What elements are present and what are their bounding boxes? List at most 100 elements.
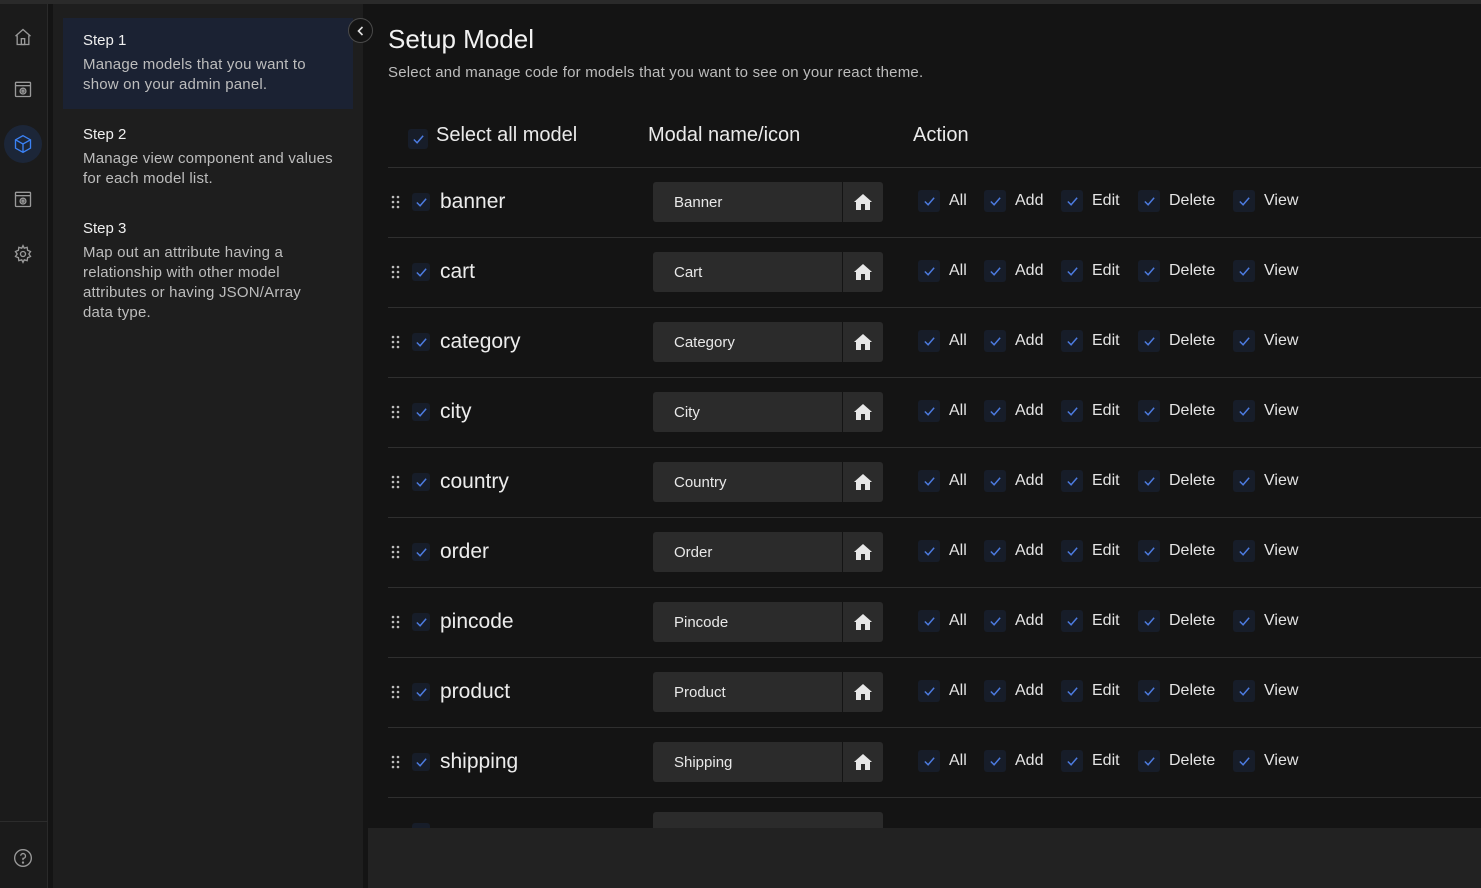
permission-delete[interactable]: Delete [1138,190,1215,212]
permission-delete-checkbox[interactable] [1138,610,1160,632]
drag-handle[interactable] [391,405,401,419]
permission-all-checkbox[interactable] [918,540,940,562]
permission-delete-checkbox[interactable] [1138,260,1160,282]
permission-all[interactable]: All [918,540,967,562]
row-select-checkbox[interactable] [412,193,430,211]
permission-all[interactable]: All [918,400,967,422]
permission-delete[interactable]: Delete [1138,400,1215,422]
permission-view-checkbox[interactable] [1233,330,1255,352]
permission-all[interactable]: All [918,330,967,352]
home-icon[interactable] [4,18,42,56]
permission-add[interactable]: Add [984,540,1043,562]
drag-handle[interactable] [391,755,401,769]
permission-view[interactable]: View [1233,610,1298,632]
drag-handle[interactable] [391,685,401,699]
icon-picker-button[interactable] [843,672,883,712]
select-all-checkbox[interactable] [408,129,428,149]
icon-picker-button[interactable] [843,252,883,292]
permission-add-checkbox[interactable] [984,190,1006,212]
model-label-input[interactable]: Product [653,672,842,712]
permission-add-checkbox[interactable] [984,750,1006,772]
permission-edit-checkbox[interactable] [1061,540,1083,562]
permission-edit-checkbox[interactable] [1061,750,1083,772]
settings-box-2-icon[interactable] [4,180,42,218]
permission-add-checkbox[interactable] [984,400,1006,422]
permission-add-checkbox[interactable] [984,540,1006,562]
permission-add[interactable]: Add [984,750,1043,772]
permission-add[interactable]: Add [984,470,1043,492]
drag-handle[interactable] [391,545,401,559]
permission-add[interactable]: Add [984,610,1043,632]
permission-add[interactable]: Add [984,260,1043,282]
permission-view-checkbox[interactable] [1233,750,1255,772]
permission-add[interactable]: Add [984,330,1043,352]
permission-view[interactable]: View [1233,330,1298,352]
row-select-checkbox[interactable] [412,473,430,491]
settings-box-icon[interactable] [4,70,42,108]
row-select-checkbox[interactable] [412,753,430,771]
permission-delete-checkbox[interactable] [1138,680,1160,702]
permission-view[interactable]: View [1233,470,1298,492]
permission-edit[interactable]: Edit [1061,540,1120,562]
permission-add-checkbox[interactable] [984,470,1006,492]
permission-view-checkbox[interactable] [1233,610,1255,632]
permission-view[interactable]: View [1233,190,1298,212]
permission-delete-checkbox[interactable] [1138,330,1160,352]
permission-edit[interactable]: Edit [1061,260,1120,282]
permission-view[interactable]: View [1233,680,1298,702]
permission-all[interactable]: All [918,750,967,772]
collapse-panel-button[interactable] [348,18,373,43]
permission-all[interactable]: All [918,680,967,702]
icon-picker-button[interactable] [843,602,883,642]
permission-add-checkbox[interactable] [984,610,1006,632]
permission-edit-checkbox[interactable] [1061,260,1083,282]
permission-view-checkbox[interactable] [1233,400,1255,422]
model-label-input[interactable]: Order [653,532,842,572]
permission-add[interactable]: Add [984,400,1043,422]
permission-add-checkbox[interactable] [984,330,1006,352]
permission-delete[interactable]: Delete [1138,330,1215,352]
permission-delete[interactable]: Delete [1138,750,1215,772]
gear-icon[interactable] [4,235,42,273]
permission-delete-checkbox[interactable] [1138,400,1160,422]
permission-edit[interactable]: Edit [1061,190,1120,212]
permission-delete[interactable]: Delete [1138,610,1215,632]
permission-edit[interactable]: Edit [1061,470,1120,492]
step-3[interactable]: Step 3 Map out an attribute having a rel… [63,206,353,337]
icon-picker-button[interactable] [843,392,883,432]
permission-delete[interactable]: Delete [1138,540,1215,562]
permission-add-checkbox[interactable] [984,680,1006,702]
permission-edit-checkbox[interactable] [1061,330,1083,352]
permission-edit[interactable]: Edit [1061,750,1120,772]
model-label-input[interactable]: Banner [653,182,842,222]
permission-all-checkbox[interactable] [918,470,940,492]
model-label-input[interactable]: Category [653,322,842,362]
drag-handle[interactable] [391,615,401,629]
permission-add[interactable]: Add [984,190,1043,212]
row-select-checkbox[interactable] [412,263,430,281]
step-2[interactable]: Step 2 Manage view component and values … [63,112,353,203]
permission-view[interactable]: View [1233,400,1298,422]
icon-picker-button[interactable] [843,742,883,782]
permission-all-checkbox[interactable] [918,680,940,702]
drag-handle[interactable] [391,195,401,209]
step-1[interactable]: Step 1 Manage models that you want to sh… [63,18,353,109]
permission-all[interactable]: All [918,190,967,212]
permission-edit[interactable]: Edit [1061,400,1120,422]
drag-handle[interactable] [391,335,401,349]
permission-delete[interactable]: Delete [1138,470,1215,492]
model-label-input[interactable]: Pincode [653,602,842,642]
permission-delete-checkbox[interactable] [1138,470,1160,492]
permission-delete[interactable]: Delete [1138,260,1215,282]
permission-view-checkbox[interactable] [1233,190,1255,212]
permission-edit-checkbox[interactable] [1061,470,1083,492]
permission-all[interactable]: All [918,260,967,282]
permission-all-checkbox[interactable] [918,260,940,282]
model-label-input[interactable]: Cart [653,252,842,292]
row-select-checkbox[interactable] [412,333,430,351]
permission-all[interactable]: All [918,610,967,632]
permission-all-checkbox[interactable] [918,750,940,772]
row-select-checkbox[interactable] [412,543,430,561]
permission-view[interactable]: View [1233,540,1298,562]
help-icon[interactable] [4,839,42,877]
